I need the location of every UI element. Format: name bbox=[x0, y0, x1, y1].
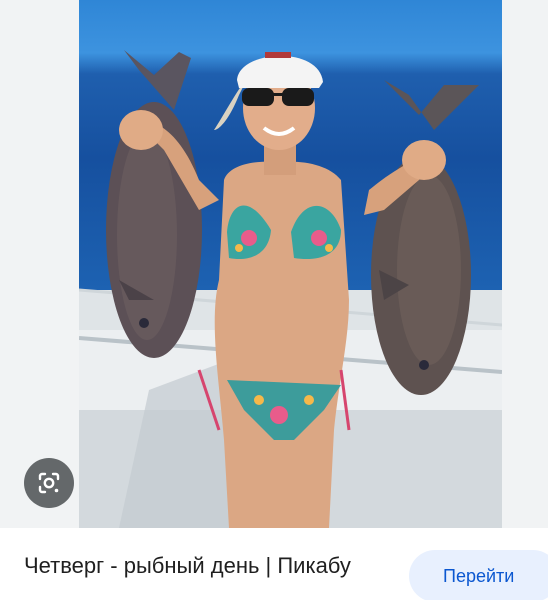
image-viewer bbox=[0, 0, 548, 528]
result-title-link[interactable]: Четверг - рыбный день | Пикабу bbox=[24, 551, 384, 581]
photo-illustration bbox=[79, 50, 502, 528]
visit-button[interactable]: Перейти bbox=[409, 550, 548, 600]
google-lens-button[interactable] bbox=[24, 458, 74, 508]
result-footer: Четверг - рыбный день | Пикабу Перейти bbox=[0, 528, 548, 600]
preview-image[interactable] bbox=[79, 0, 502, 528]
google-lens-icon bbox=[38, 472, 60, 494]
image-preview-panel: Четверг - рыбный день | Пикабу Перейти bbox=[0, 0, 548, 600]
